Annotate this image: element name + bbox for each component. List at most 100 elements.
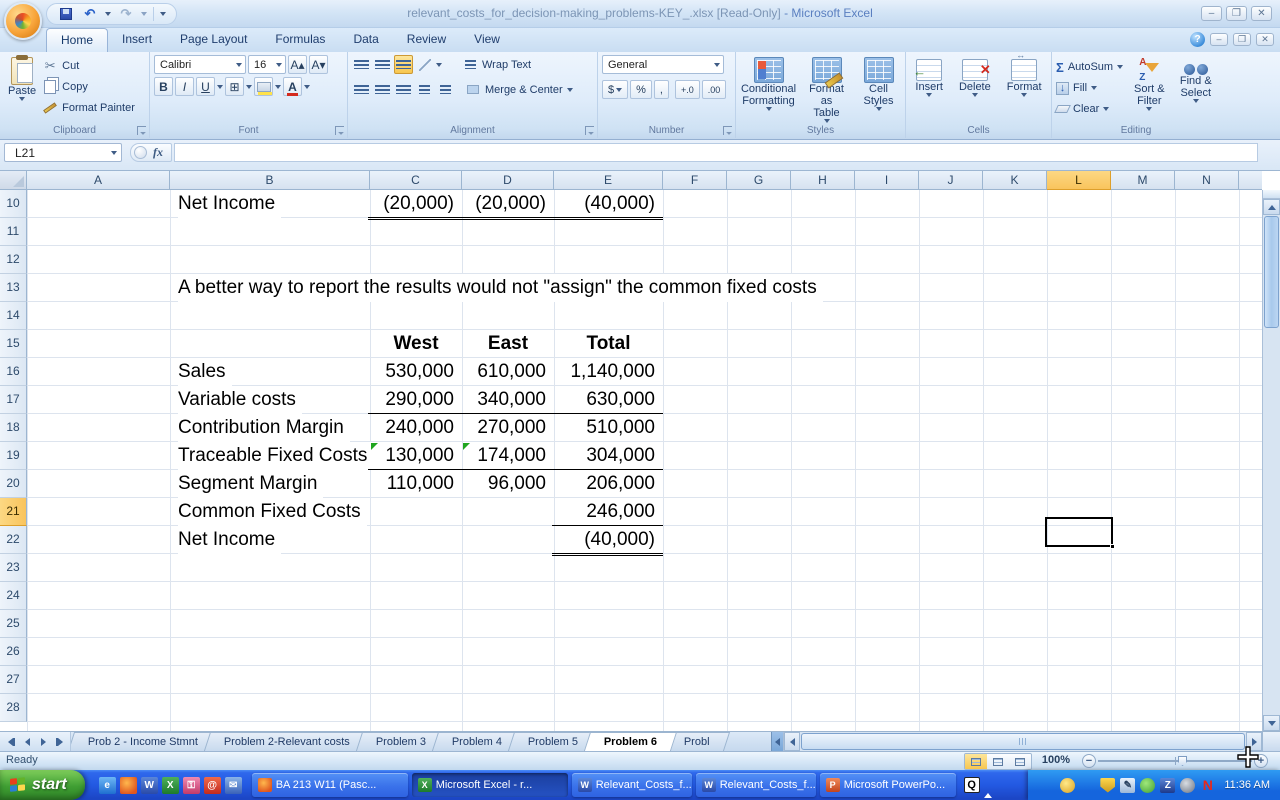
next-sheet-button[interactable] — [36, 735, 50, 749]
borders-button[interactable]: ⊞ — [225, 77, 244, 96]
format-cells-button[interactable]: ↔ Format — [1003, 57, 1046, 99]
cell-b18[interactable]: Contribution Margin — [178, 414, 350, 442]
comma-format-button[interactable]: , — [654, 80, 669, 99]
horizontal-scrollbar[interactable] — [783, 732, 1280, 751]
workbook-minimize-button[interactable]: – — [1210, 33, 1228, 46]
cell-b10[interactable]: Net Income — [178, 190, 281, 218]
cell-d17[interactable]: 340,000 — [462, 386, 546, 414]
cell-d10[interactable]: (20,000) — [462, 190, 546, 218]
vertical-scroll-thumb[interactable] — [1264, 216, 1279, 328]
taskbar-window-word-1[interactable]: WRelevant_Costs_f... — [572, 773, 692, 797]
row-header[interactable]: 11 — [0, 218, 27, 246]
shrink-font-button[interactable]: A▾ — [309, 55, 328, 74]
row-header[interactable]: 17 — [0, 386, 27, 414]
workbook-restore-button[interactable]: ❐ — [1233, 33, 1251, 46]
insert-cells-button[interactable]: ← Insert — [911, 57, 947, 99]
cell-e20[interactable]: 206,000 — [554, 470, 655, 498]
z-tray-icon[interactable]: Z — [1160, 778, 1175, 793]
tab-formulas[interactable]: Formulas — [261, 28, 339, 52]
col-header-m[interactable]: M — [1111, 171, 1175, 190]
cell-b22[interactable]: Net Income — [178, 526, 281, 554]
row-header[interactable]: 18 — [0, 414, 27, 442]
paste-button[interactable]: Paste — [4, 55, 40, 117]
dialog-launcher[interactable] — [723, 126, 732, 135]
col-header-a[interactable]: A — [27, 171, 170, 190]
scroll-right-button[interactable] — [1246, 732, 1262, 751]
row-header[interactable]: 28 — [0, 694, 27, 722]
increase-decimal-button[interactable]: +.0 — [675, 80, 700, 99]
last-sheet-button[interactable] — [52, 735, 66, 749]
cell-c20[interactable]: 110,000 — [370, 470, 454, 498]
autosum-button[interactable]: ΣAutoSum — [1056, 58, 1123, 76]
col-header-k[interactable]: K — [983, 171, 1047, 190]
delete-cells-button[interactable]: ✕ Delete — [955, 57, 995, 99]
row-header[interactable]: 20 — [0, 470, 27, 498]
currency-format-button[interactable]: $ — [602, 80, 628, 99]
horizontal-scroll-thumb[interactable] — [801, 733, 1245, 750]
number-format-select[interactable]: General — [602, 55, 724, 74]
cell-d20[interactable]: 96,000 — [462, 470, 546, 498]
dialog-launcher[interactable] — [137, 126, 146, 135]
tab-page-layout[interactable]: Page Layout — [166, 28, 261, 52]
cell-e15[interactable]: Total — [554, 330, 663, 358]
align-right-button[interactable] — [394, 80, 413, 99]
row-header[interactable]: 13 — [0, 274, 27, 302]
col-header-c[interactable]: C — [370, 171, 462, 190]
font-size-select[interactable]: 16 — [248, 55, 286, 74]
cell-d19[interactable]: 174,000 — [462, 442, 546, 470]
cell-b17[interactable]: Variable costs — [178, 386, 302, 414]
mail-icon[interactable]: @ — [204, 777, 221, 794]
row-header[interactable]: 22 — [0, 526, 27, 554]
cell-b19[interactable]: Traceable Fixed Costs — [178, 442, 373, 470]
row-header[interactable]: 14 — [0, 302, 27, 330]
col-header-d[interactable]: D — [462, 171, 554, 190]
cell-c10[interactable]: (20,000) — [370, 190, 454, 218]
sheet-tab[interactable]: Problem 2-Relevant costs — [204, 732, 370, 751]
restore-button[interactable]: ❐ — [1226, 6, 1247, 21]
zoom-slider[interactable]: − + — [1082, 754, 1268, 768]
sheet-tab[interactable]: Prob 2 - Income Stmnt — [71, 732, 218, 751]
align-bottom-button[interactable] — [394, 55, 413, 74]
tab-data[interactable]: Data — [339, 28, 392, 52]
cell-c15[interactable]: West — [370, 330, 462, 358]
align-center-button[interactable] — [373, 80, 392, 99]
dialog-launcher[interactable] — [585, 126, 594, 135]
sort-filter-button[interactable]: AZ Sort & Filter — [1129, 55, 1169, 118]
cell-e21[interactable]: 246,000 — [554, 498, 655, 526]
first-sheet-button[interactable] — [4, 735, 18, 749]
page-break-view-button[interactable] — [1009, 754, 1031, 769]
name-box[interactable]: L21 — [4, 143, 122, 162]
green-tray-icon[interactable] — [1140, 778, 1155, 793]
row-header[interactable]: 23 — [0, 554, 27, 582]
tab-home[interactable]: Home — [46, 28, 108, 52]
word-icon[interactable]: W — [141, 777, 158, 794]
taskbar-window-excel[interactable]: XMicrosoft Excel - r... — [412, 773, 568, 797]
find-select-button[interactable]: Find & Select — [1176, 55, 1216, 118]
dialog-launcher[interactable] — [335, 126, 344, 135]
align-top-button[interactable] — [352, 55, 371, 74]
taskbar-window-word-2[interactable]: WRelevant_Costs_f... — [696, 773, 816, 797]
col-header-e[interactable]: E — [554, 171, 663, 190]
shield-icon[interactable] — [1100, 778, 1115, 793]
select-all-corner[interactable] — [0, 171, 27, 190]
taskbar-window-firefox[interactable]: BA 213 W11 (Pasc... — [252, 773, 408, 797]
col-header-i[interactable]: I — [855, 171, 919, 190]
align-left-button[interactable] — [352, 80, 371, 99]
zoom-out-button[interactable]: − — [1082, 754, 1096, 768]
row-header[interactable]: 27 — [0, 666, 27, 694]
close-button[interactable]: ✕ — [1251, 6, 1272, 21]
underline-button[interactable]: U — [196, 77, 215, 96]
split-handle[interactable] — [1263, 190, 1280, 199]
firefox-icon[interactable] — [120, 777, 137, 794]
zoom-slider-thumb[interactable] — [1178, 756, 1187, 766]
copy-button[interactable]: Copy — [42, 78, 135, 96]
font-family-select[interactable]: Calibri — [154, 55, 246, 74]
cell-styles-button[interactable]: Cell Styles — [857, 55, 901, 125]
row-header[interactable]: 26 — [0, 638, 27, 666]
col-header-n[interactable]: N — [1175, 171, 1239, 190]
row-header[interactable]: 21 — [0, 498, 27, 526]
row-header[interactable]: 19 — [0, 442, 27, 470]
decrease-decimal-button[interactable]: .00 — [702, 80, 727, 99]
italic-button[interactable]: I — [175, 77, 194, 96]
grow-font-button[interactable]: A▴ — [288, 55, 307, 74]
